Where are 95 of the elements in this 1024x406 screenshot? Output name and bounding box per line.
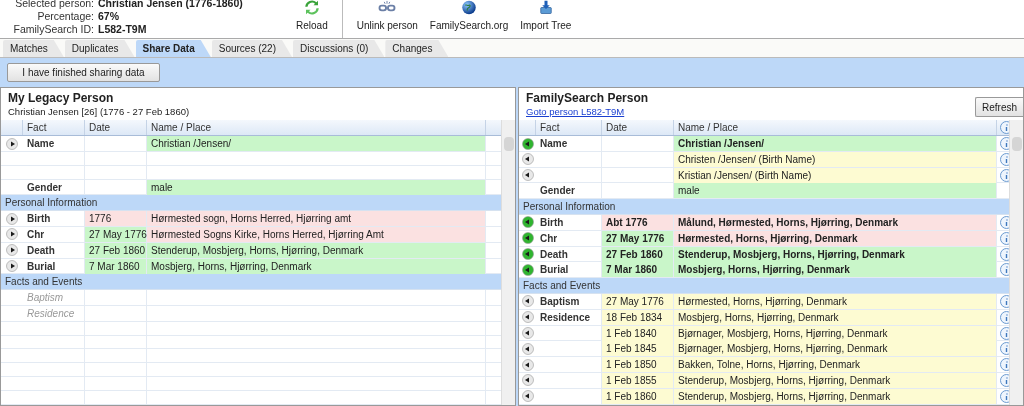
tab[interactable]: Matches xyxy=(3,40,64,57)
column-header: Name / Place xyxy=(147,120,486,135)
fact-label: Chr xyxy=(540,231,558,246)
left-arrow-button[interactable] xyxy=(521,169,534,182)
place-cell: Bakken, Tolne, Horns, Hjørring, Denmark xyxy=(674,357,997,373)
tab[interactable]: Discussions (0) xyxy=(293,40,385,57)
section-header: Personal Information xyxy=(523,200,616,215)
fact-label: Death xyxy=(540,247,568,262)
date-cell: 1 Feb 1850 xyxy=(602,357,674,373)
info-label: Selected person: xyxy=(14,0,94,10)
missing-fact-label: Residence xyxy=(27,306,75,321)
column-header: Date xyxy=(602,120,674,135)
info-icon[interactable] xyxy=(999,326,1009,340)
tab[interactable]: Sources (22) xyxy=(211,40,292,57)
left-arrow-button[interactable] xyxy=(521,295,534,308)
info-icon[interactable] xyxy=(999,342,1009,356)
fact-label: Gender xyxy=(540,184,575,199)
toolbar-button[interactable]: FamilySearch.org xyxy=(423,0,515,37)
right-arrow-button[interactable] xyxy=(6,228,18,241)
panel-subtitle: Christian Jensen [26] (1776 - 27 Feb 1860) xyxy=(8,106,191,118)
left-arrow-button[interactable] xyxy=(521,390,534,403)
info-icon[interactable] xyxy=(999,373,1009,387)
left-arrow-button[interactable] xyxy=(521,232,534,245)
info-value: L582-T9M xyxy=(98,23,148,36)
tab[interactable]: Changes xyxy=(385,40,449,57)
scrollbar[interactable] xyxy=(501,120,515,405)
right-arrow-button[interactable] xyxy=(6,244,18,257)
info-icon[interactable] xyxy=(999,389,1009,403)
fact-label: Burial xyxy=(540,263,569,278)
right-arrow-button[interactable] xyxy=(6,212,18,225)
section-header: Personal Information xyxy=(5,196,98,211)
place-cell: male xyxy=(674,183,997,199)
fact-label: Residence xyxy=(540,310,591,325)
left-arrow-button[interactable] xyxy=(521,342,534,355)
right-arrow-button[interactable] xyxy=(6,260,18,273)
info-icon[interactable] xyxy=(999,310,1009,324)
place-cell: Christian /Jensen/ xyxy=(147,136,486,151)
fact-label: Burial xyxy=(27,259,56,274)
tab[interactable]: Share Data xyxy=(135,40,211,57)
info-label: Percentage: xyxy=(36,10,94,23)
info-label: FamilySearch ID: xyxy=(12,23,94,36)
place-cell: Christian /Jensen/ xyxy=(674,136,997,151)
left-arrow-button[interactable] xyxy=(521,358,534,371)
fact-label: Death xyxy=(27,243,55,258)
toolbar-button[interactable]: Unlink person xyxy=(350,0,424,37)
info-icon[interactable] xyxy=(999,152,1009,166)
info-icon[interactable] xyxy=(999,231,1009,245)
right-arrow-button[interactable] xyxy=(6,137,18,150)
panel-title: My Legacy Person xyxy=(8,91,115,106)
finish-sharing-button[interactable]: I have finished sharing data xyxy=(7,63,160,82)
fact-label: Chr xyxy=(27,227,45,242)
scrollbar[interactable] xyxy=(1009,120,1023,405)
goto-person-link[interactable]: Goto person L582-T9M xyxy=(526,106,649,118)
info-icon[interactable] xyxy=(999,168,1009,182)
fact-label: Name xyxy=(27,137,55,151)
fact-label: Baptism xyxy=(540,294,580,309)
section-header: Facts and Events xyxy=(523,279,601,294)
left-arrow-button[interactable] xyxy=(521,216,534,229)
refresh-button[interactable]: Refresh xyxy=(975,97,1023,117)
panel-title: FamilySearch Person xyxy=(526,91,649,106)
date-cell: 1 Feb 1845 xyxy=(602,341,674,357)
toolbar-button[interactable]: Import Tree xyxy=(514,0,578,37)
info-icon[interactable] xyxy=(999,263,1009,277)
fact-label: Name xyxy=(540,137,568,151)
left-arrow-button[interactable] xyxy=(521,248,534,261)
left-arrow-button[interactable] xyxy=(521,153,534,166)
left-arrow-button[interactable] xyxy=(521,137,534,150)
info-icon[interactable] xyxy=(999,121,1009,134)
info-value: Christian Jensen (1776-1860) xyxy=(98,0,244,10)
info-value: 67% xyxy=(98,10,120,23)
section-header: Facts and Events xyxy=(5,275,83,290)
fact-label: Gender xyxy=(27,180,62,195)
place-cell: Bjørnager, Mosbjerg, Horns, Hjørring, Denmark xyxy=(674,341,997,357)
info-icon[interactable] xyxy=(999,294,1009,308)
left-arrow-button[interactable] xyxy=(521,374,534,387)
info-icon[interactable] xyxy=(999,358,1009,372)
info-icon[interactable] xyxy=(999,137,1009,150)
fact-label: Birth xyxy=(27,212,51,227)
column-header: Fact xyxy=(23,120,85,135)
tab[interactable]: Duplicates xyxy=(64,40,135,57)
missing-fact-label: Baptism xyxy=(27,291,64,306)
column-header: Name / Place xyxy=(674,120,997,135)
left-arrow-button[interactable] xyxy=(521,311,534,324)
info-icon[interactable] xyxy=(999,247,1009,261)
place-cell: Hørmested sogn, Horns Herred, Hjørring amt xyxy=(147,211,486,227)
left-arrow-button[interactable] xyxy=(521,327,534,340)
info-icon[interactable] xyxy=(999,216,1009,229)
date-cell: 7 Mar 1860 xyxy=(602,262,674,278)
toolbar-button[interactable]: Reload xyxy=(290,0,334,37)
column-header: Fact xyxy=(536,120,602,135)
place-cell: Mosbjerg, Horns, Hjørring, Denmark xyxy=(674,262,997,278)
left-arrow-button[interactable] xyxy=(521,263,534,276)
column-header: Date xyxy=(85,120,147,135)
fact-label: Birth xyxy=(540,216,564,230)
date-cell: 1776 xyxy=(85,211,147,227)
